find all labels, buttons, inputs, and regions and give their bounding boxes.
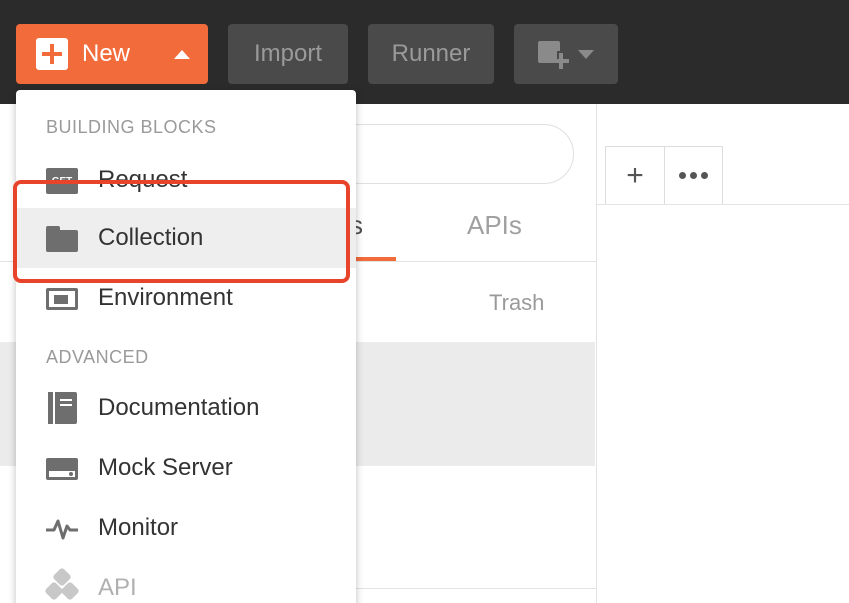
more-tabs-button[interactable] — [665, 146, 723, 204]
menu-item-mock-server[interactable]: Mock Server — [16, 438, 356, 498]
trash-link[interactable]: Trash — [489, 290, 544, 316]
new-button[interactable]: New — [16, 24, 208, 84]
environment-icon — [46, 286, 78, 312]
menu-item-label: Mock Server — [98, 454, 233, 481]
menu-item-label: API — [98, 574, 137, 601]
section-building-blocks: BUILDING BLOCKS — [46, 117, 217, 137]
new-button-label: New — [82, 40, 131, 67]
import-button[interactable]: Import — [228, 24, 348, 84]
menu-item-collection[interactable]: Collection — [16, 208, 356, 268]
header-toolbar: New Import Runner — [0, 0, 849, 104]
menu-item-api[interactable]: API — [16, 558, 356, 603]
caret-up-icon — [174, 50, 190, 59]
documentation-icon — [46, 392, 78, 424]
postman-app: New Import Runner s APIs Trash + BUILDIN… — [0, 0, 849, 603]
menu-item-environment[interactable]: Environment — [16, 268, 356, 328]
menu-item-documentation[interactable]: Documentation — [16, 378, 356, 438]
menu-item-label: Environment — [98, 284, 233, 311]
menu-item-request[interactable]: GET Request — [16, 150, 356, 210]
caret-down-icon — [578, 49, 594, 59]
search-input[interactable] — [330, 124, 574, 184]
monitor-pulse-icon — [46, 516, 78, 542]
api-hexagons-icon — [44, 567, 80, 602]
sidebar-divider-bottom — [356, 588, 596, 589]
tab-bar-divider — [597, 204, 849, 205]
new-dropdown-menu: BUILDING BLOCKS GET Request Collection E… — [16, 90, 356, 603]
new-window-icon — [538, 39, 569, 69]
new-window-button[interactable] — [514, 24, 618, 84]
section-advanced: ADVANCED — [46, 347, 149, 367]
mock-server-icon — [46, 456, 78, 482]
plus-icon — [36, 38, 68, 70]
tab-apis[interactable]: APIs — [467, 210, 522, 241]
menu-item-label: Collection — [98, 224, 204, 251]
menu-item-monitor[interactable]: Monitor — [16, 498, 356, 558]
folder-icon — [46, 226, 78, 252]
add-tab-button[interactable]: + — [605, 146, 665, 204]
menu-item-label: Monitor — [98, 514, 179, 541]
runner-button[interactable]: Runner — [368, 24, 494, 84]
menu-item-label: Documentation — [98, 394, 260, 421]
request-icon: GET — [46, 168, 78, 194]
menu-item-label: Request — [98, 166, 188, 193]
